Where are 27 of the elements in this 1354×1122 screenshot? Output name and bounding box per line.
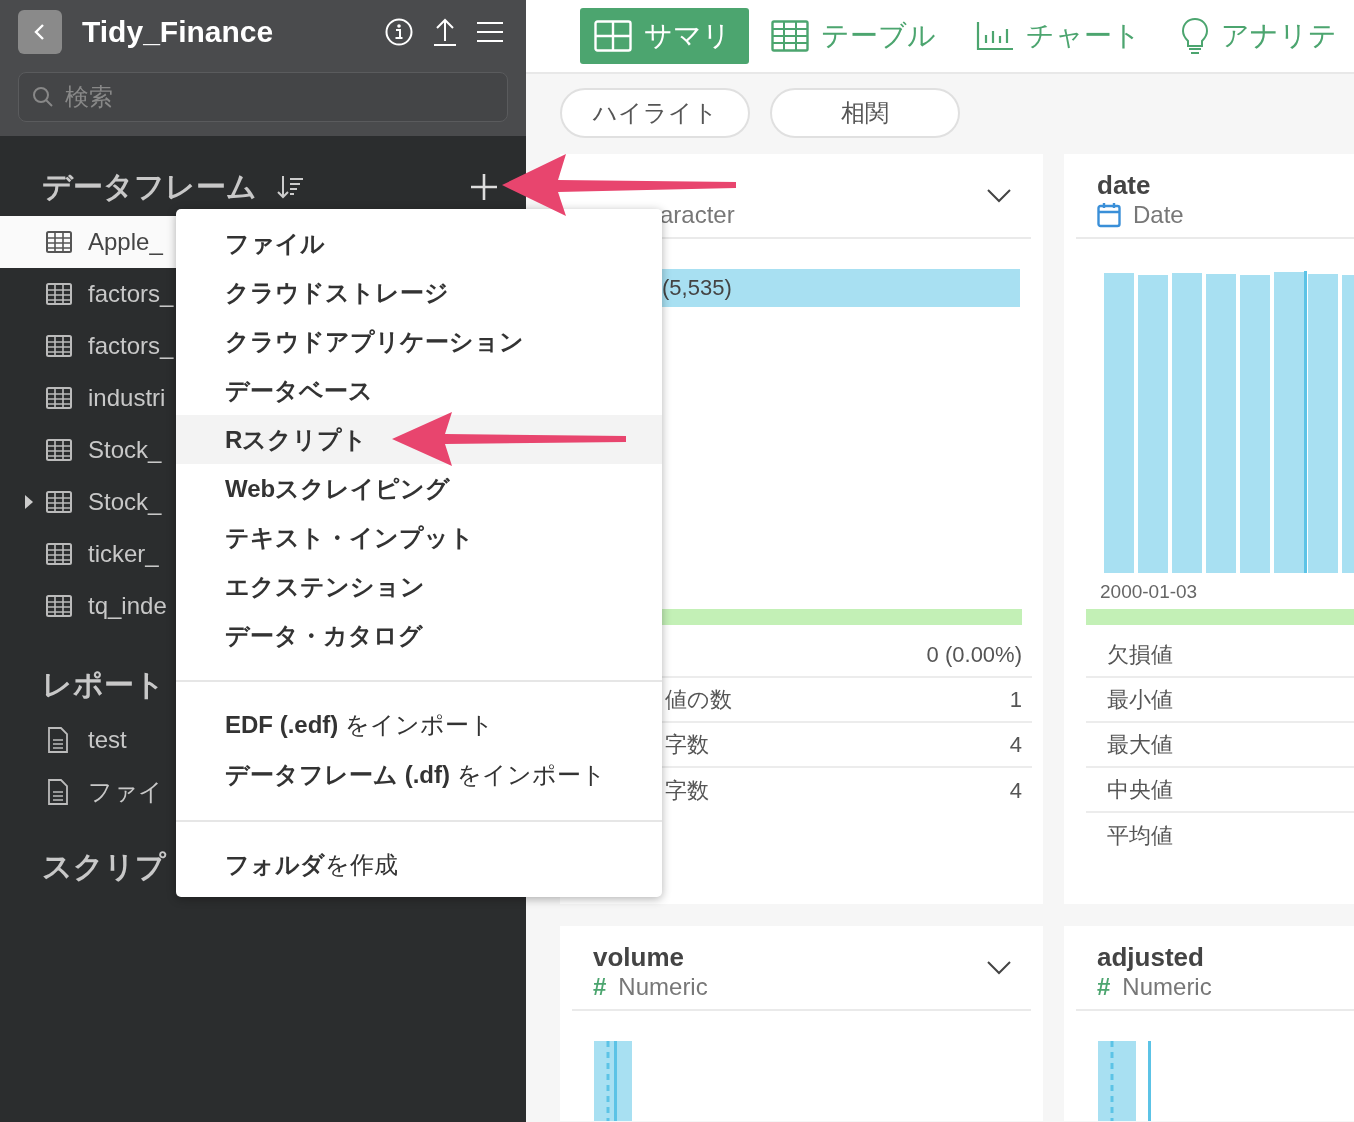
stat-label: 平均値 <box>1107 821 1173 850</box>
column-type: Date <box>1133 200 1184 229</box>
value-bar: (5,535) <box>660 269 1020 307</box>
column-name: volume <box>593 941 686 973</box>
column-name: adjusted <box>1097 941 1205 973</box>
number-sign-icon: # <box>1097 972 1111 1001</box>
stat-label: 値の数 <box>665 685 732 714</box>
stat-label: 最大値 <box>1107 730 1173 759</box>
stat-label: 字数 <box>665 730 709 759</box>
stat-label: 最小値 <box>1107 685 1173 714</box>
stat-value: 1 <box>1009 686 1022 713</box>
stat-value: 4 <box>1009 777 1022 804</box>
number-sign-icon: # <box>593 972 607 1001</box>
stat-value: 4 <box>1009 731 1022 758</box>
stat-value: 0 (0.00%) <box>926 641 1022 668</box>
section-heading: データフレーム <box>42 168 257 205</box>
project-title: Tidy_Finance <box>82 15 275 49</box>
stat-label: 字数 <box>665 776 709 805</box>
column-name: date <box>1097 169 1152 201</box>
section-heading: スクリプ <box>42 848 166 885</box>
column-type: aracter <box>660 200 735 229</box>
stat-label: 中央値 <box>1107 775 1173 804</box>
column-type: Numeric <box>1122 972 1212 1001</box>
axis-label: 2000-01-03 <box>1100 581 1198 603</box>
column-type: Numeric <box>618 972 708 1001</box>
stat-label: 欠損値 <box>1107 640 1173 669</box>
section-heading: レポート <box>42 666 165 703</box>
